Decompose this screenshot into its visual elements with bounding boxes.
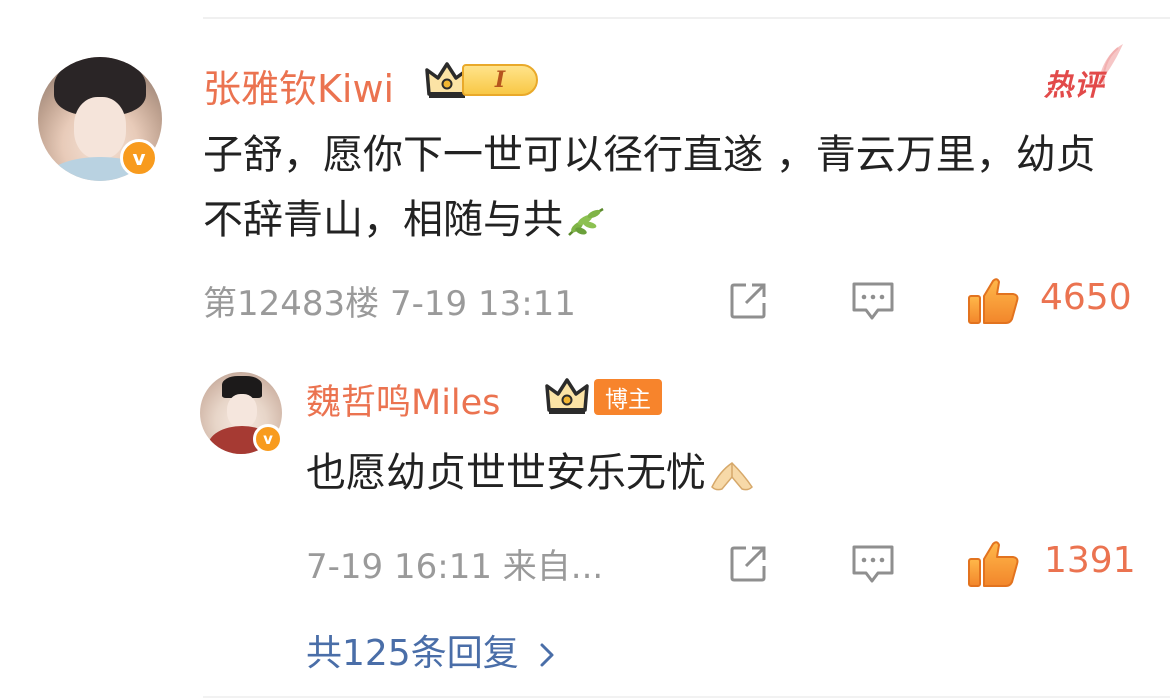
leaf-emoji xyxy=(568,207,604,236)
reply-source: 来自... xyxy=(502,547,604,587)
crown-icon[interactable] xyxy=(545,376,589,416)
hot-comment-badge: 热评 xyxy=(1044,68,1105,102)
comment-icon[interactable] xyxy=(850,280,896,322)
thumbs-up-icon[interactable] xyxy=(966,276,1022,326)
blogger-badge: 博主 xyxy=(594,379,662,415)
top-divider xyxy=(203,17,1170,19)
like-count: 4650 xyxy=(1040,277,1132,318)
share-icon[interactable] xyxy=(726,279,770,323)
floor-number: 第12483楼 xyxy=(203,284,380,324)
share-icon[interactable] xyxy=(726,542,770,586)
thumbs-up-icon[interactable] xyxy=(966,539,1022,589)
comment-timestamp: 7-19 13:11 xyxy=(389,284,576,324)
chevron-right-icon xyxy=(540,643,554,667)
avatar-face xyxy=(227,394,257,428)
commenter-username[interactable]: 张雅钦Kiwi xyxy=(203,58,394,113)
reply-meta: 7-19 16:11 来自... xyxy=(306,539,603,588)
replier-username[interactable]: 魏哲鸣Miles xyxy=(306,374,500,425)
view-more-replies-link[interactable]: 共125条回复 xyxy=(306,624,555,676)
user-level-badge[interactable]: I xyxy=(462,64,538,96)
verified-icon: v xyxy=(120,139,158,177)
more-replies-label: 共125条回复 xyxy=(306,633,519,674)
reply-text: 也愿幼贞世世安乐无忧 xyxy=(306,443,756,503)
comment-body: 子舒，愿你下一世可以径行直遂 ，青云万里，幼贞不辞青山，相随与共 xyxy=(203,132,1096,243)
avatar-face xyxy=(74,97,126,159)
bottom-divider xyxy=(203,696,1170,698)
comment-text: 子舒，愿你下一世可以径行直遂 ，青云万里，幼贞不辞青山，相随与共 xyxy=(203,123,1103,253)
pray-hands-emoji xyxy=(711,462,753,491)
reply-timestamp: 7-19 16:11 xyxy=(306,547,492,587)
comment-icon[interactable] xyxy=(850,543,896,585)
comment-meta: 第12483楼 7-19 13:11 xyxy=(203,276,576,325)
verified-icon: v xyxy=(253,424,283,454)
reply-body: 也愿幼贞世世安乐无忧 xyxy=(306,450,706,496)
like-count: 1391 xyxy=(1044,540,1136,581)
